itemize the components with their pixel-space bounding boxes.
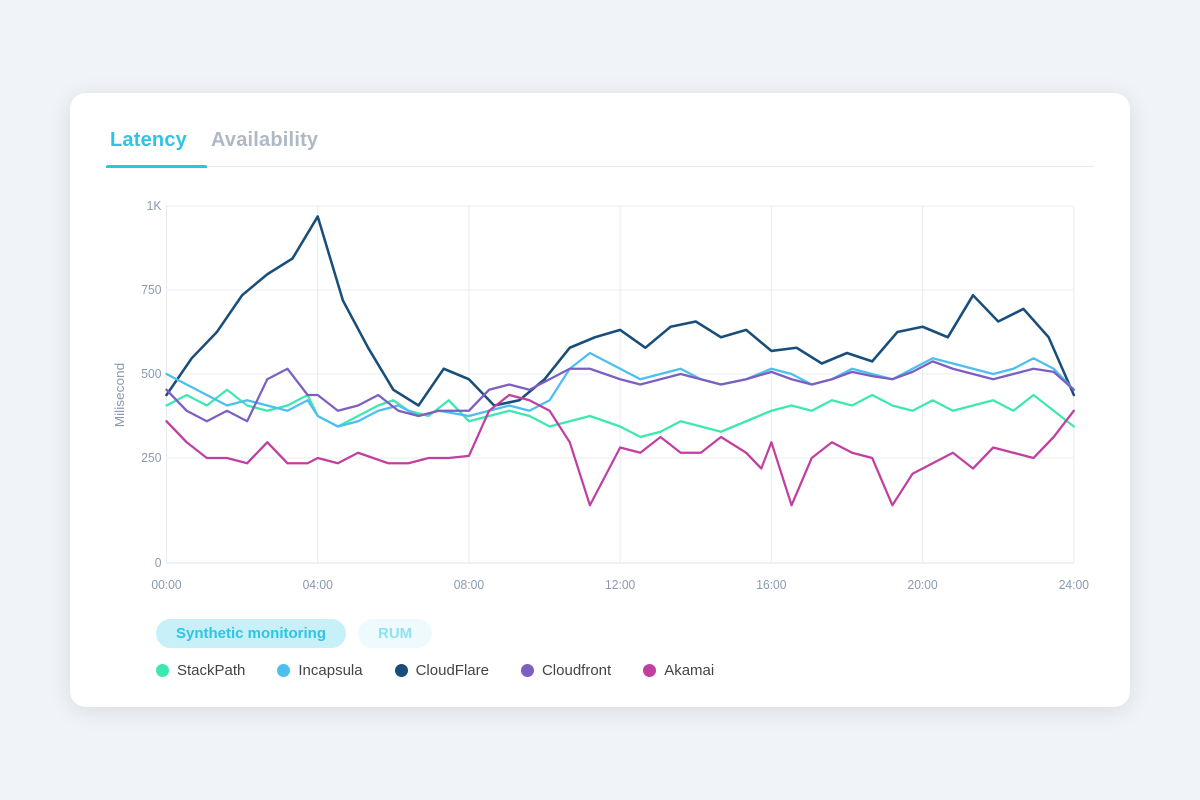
svg-text:750: 750	[141, 283, 161, 297]
stackpath-dot	[156, 664, 169, 677]
cloudflare-label: CloudFlare	[416, 662, 489, 679]
svg-text:04:00: 04:00	[303, 578, 333, 592]
svg-text:0: 0	[155, 556, 162, 570]
stackpath-label: StackPath	[177, 662, 245, 679]
svg-text:12:00: 12:00	[605, 578, 635, 592]
akamai-dot	[643, 664, 656, 677]
legend-akamai: Akamai	[643, 662, 714, 679]
svg-text:500: 500	[141, 367, 161, 381]
filter-rum[interactable]: RUM	[358, 619, 432, 648]
cloudflare-dot	[395, 664, 408, 677]
svg-text:00:00: 00:00	[151, 578, 181, 592]
tab-availability[interactable]: Availability	[207, 121, 338, 166]
legend-items: StackPath Incapsula CloudFlare Cloudfron…	[156, 662, 714, 679]
chart-area: Milisecond 1K 750 500 250 0 00:00 04	[106, 185, 1094, 605]
cloudfront-label: Cloudfront	[542, 662, 611, 679]
akamai-label: Akamai	[664, 662, 714, 679]
svg-text:08:00: 08:00	[454, 578, 484, 592]
svg-text:250: 250	[141, 451, 161, 465]
svg-text:20:00: 20:00	[907, 578, 937, 592]
legend-cloudfront: Cloudfront	[521, 662, 611, 679]
svg-text:24:00: 24:00	[1059, 578, 1089, 592]
main-card: Latency Availability Milisecond 1K 750 5…	[70, 93, 1130, 707]
legend-incapsula: Incapsula	[277, 662, 362, 679]
svg-text:1K: 1K	[147, 199, 163, 213]
filter-synthetic[interactable]: Synthetic monitoring	[156, 619, 346, 648]
filter-buttons: Synthetic monitoring RUM	[156, 619, 432, 648]
incapsula-dot	[277, 664, 290, 677]
cloudfront-dot	[521, 664, 534, 677]
tab-bar: Latency Availability	[106, 121, 1094, 167]
svg-text:Milisecond: Milisecond	[112, 363, 127, 427]
legend-cloudflare: CloudFlare	[395, 662, 489, 679]
svg-text:16:00: 16:00	[756, 578, 786, 592]
tab-latency[interactable]: Latency	[106, 121, 207, 166]
latency-chart: Milisecond 1K 750 500 250 0 00:00 04	[106, 185, 1094, 605]
legend-stackpath: StackPath	[156, 662, 245, 679]
legend-section: Synthetic monitoring RUM StackPath Incap…	[106, 619, 1094, 679]
incapsula-label: Incapsula	[298, 662, 362, 679]
